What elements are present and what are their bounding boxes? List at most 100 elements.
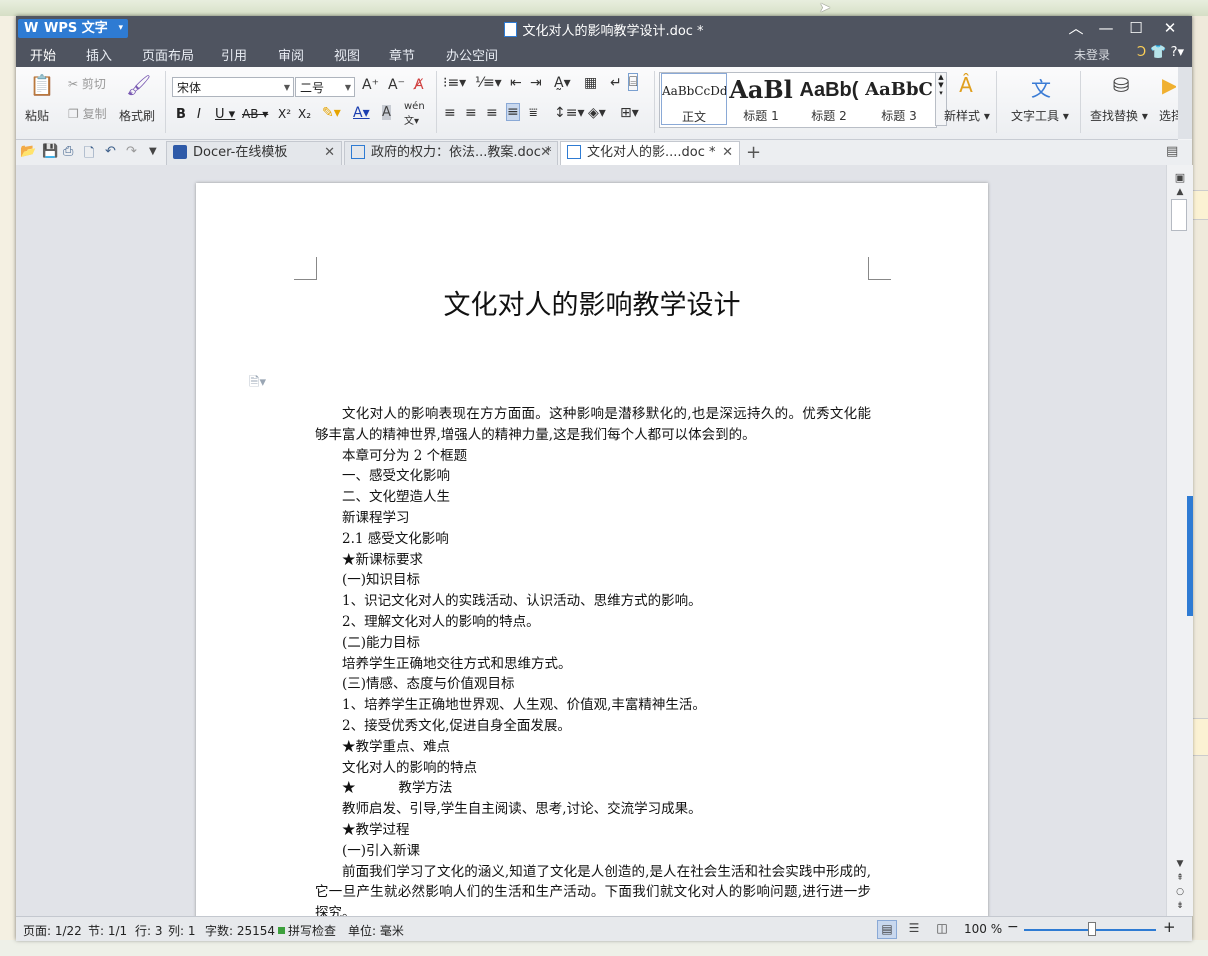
- scroll-down-icon[interactable]: ▼: [1167, 859, 1193, 869]
- print-icon[interactable]: ⎙: [63, 144, 73, 159]
- page-indicator[interactable]: 页面: 1/22: [23, 922, 82, 939]
- border-icon[interactable]: ⊞▾: [620, 105, 639, 121]
- save-icon[interactable]: 💾: [42, 144, 58, 159]
- maximize-button[interactable]: ☐: [1122, 18, 1150, 38]
- table-icon[interactable]: ▦: [584, 75, 597, 91]
- font-color-icon[interactable]: A▾: [353, 105, 370, 121]
- line-spacing-icon[interactable]: ↕≡▾: [554, 105, 585, 121]
- style-heading-1[interactable]: AaBl 标题 1: [728, 73, 794, 125]
- underline-icon[interactable]: U ▾: [215, 107, 235, 122]
- undo-icon[interactable]: ↶: [105, 144, 116, 159]
- phonetic-icon[interactable]: wén 文▾: [404, 101, 425, 127]
- tab-page-layout[interactable]: 页面布局: [142, 45, 194, 64]
- new-style-icon[interactable]: Â: [951, 73, 981, 97]
- unit-indicator[interactable]: 单位: 毫米: [348, 922, 404, 939]
- tab-review[interactable]: 审阅: [278, 45, 304, 64]
- justify-icon[interactable]: ≡: [506, 103, 520, 121]
- align-center-icon[interactable]: ≡: [465, 105, 477, 121]
- collapse-ribbon-button[interactable]: ︿: [1062, 18, 1090, 38]
- subscript-icon[interactable]: X₂: [298, 107, 311, 121]
- find-replace-button[interactable]: 查找替换 ▾: [1090, 107, 1148, 124]
- next-page-icon[interactable]: ⇟: [1167, 901, 1193, 911]
- highlight-icon[interactable]: ✎▾: [322, 105, 341, 121]
- outline-view-icon[interactable]: ☰: [905, 920, 923, 937]
- numbered-list-icon[interactable]: ⅟≡▾: [475, 75, 502, 91]
- scroll-up-icon[interactable]: ▲: [1167, 187, 1193, 197]
- paste-button[interactable]: 粘贴: [25, 107, 49, 124]
- web-view-icon[interactable]: ◫: [933, 920, 951, 937]
- prev-page-icon[interactable]: ⇞: [1167, 873, 1193, 883]
- close-icon[interactable]: ✕: [540, 142, 551, 164]
- page-icon[interactable]: ▣: [1167, 171, 1193, 184]
- open-icon[interactable]: 📂: [20, 144, 36, 159]
- print-preview-icon[interactable]: 🗋: [84, 144, 94, 166]
- select-button[interactable]: 选择: [1159, 107, 1178, 124]
- shading-icon[interactable]: ◈▾: [588, 105, 606, 121]
- style-normal[interactable]: AaBbCcDd 正文: [661, 73, 727, 125]
- ribbon-scroll-right[interactable]: [1178, 67, 1192, 139]
- text-tools-button[interactable]: 文字工具 ▾: [1011, 107, 1069, 124]
- decrease-indent-icon[interactable]: ⇤: [510, 75, 522, 91]
- style-heading-3[interactable]: AaBbC 标题 3: [864, 73, 934, 125]
- skin-icon[interactable]: Ↄ 👕 ?▾: [1137, 45, 1184, 60]
- select-icon[interactable]: ▶: [1162, 73, 1176, 97]
- distribute-icon[interactable]: ⩸: [529, 105, 538, 121]
- tab-view[interactable]: 视图: [334, 45, 360, 64]
- close-button[interactable]: ✕: [1156, 18, 1184, 38]
- tab-references[interactable]: 引用: [221, 45, 247, 64]
- zoom-in-icon[interactable]: +: [1163, 918, 1176, 936]
- close-icon[interactable]: ✕: [722, 142, 733, 164]
- close-icon[interactable]: ✕: [324, 142, 335, 164]
- tab-office-space[interactable]: 办公空间: [446, 45, 498, 64]
- italic-icon[interactable]: I: [197, 107, 201, 122]
- format-brush-icon[interactable]: 🖌: [126, 73, 151, 97]
- align-right-icon[interactable]: ≡: [486, 105, 498, 121]
- binoculars-icon[interactable]: ⛁: [1106, 73, 1136, 97]
- superscript-icon[interactable]: X²: [278, 107, 291, 121]
- bullet-list-icon[interactable]: ⁝≡▾: [443, 75, 466, 91]
- login-status[interactable]: 未登录: [1074, 46, 1110, 63]
- new-style-button[interactable]: 新样式 ▾: [944, 107, 990, 124]
- increase-indent-icon[interactable]: ⇥: [530, 75, 542, 91]
- text-tools-icon[interactable]: 文: [1026, 73, 1056, 102]
- tab-government-power-doc[interactable]: 政府的权力：依法...教案.doc * ✕: [344, 141, 558, 165]
- customize-chevron-icon[interactable]: ▼: [149, 146, 157, 157]
- cut-button[interactable]: ✂ 剪切: [68, 75, 106, 92]
- minimize-button[interactable]: —: [1092, 18, 1120, 38]
- shirt-icon[interactable]: 👕: [1150, 45, 1166, 60]
- document-page[interactable]: 文化对人的影响教学设计 🗎▾ 文化对人的影响表现在方方面面。这种影响是潜移默化的…: [196, 183, 988, 916]
- font-grow-icon[interactable]: A⁺: [362, 77, 379, 93]
- tab-insert[interactable]: 插入: [86, 45, 112, 64]
- redo-icon[interactable]: ↷: [126, 144, 137, 159]
- zoom-slider-thumb[interactable]: [1088, 922, 1096, 936]
- style-heading-2[interactable]: AaBb( 标题 2: [796, 73, 862, 125]
- format-painter-button[interactable]: 格式刷: [119, 107, 155, 124]
- page-view-icon[interactable]: ▤: [877, 920, 897, 939]
- strikethrough-icon[interactable]: AB ▾: [242, 107, 268, 121]
- font-shrink-icon[interactable]: A⁻: [388, 77, 405, 93]
- clear-format-icon[interactable]: A̸: [414, 77, 424, 93]
- side-panel-handle[interactable]: [1187, 496, 1193, 616]
- font-size-combo[interactable]: 二号 ▼: [295, 77, 355, 97]
- paragraph-mark-icon[interactable]: ↵: [610, 75, 622, 91]
- paragraph-options-icon[interactable]: 🗎▾: [249, 373, 266, 395]
- plus-icon[interactable]: +: [746, 142, 761, 163]
- bold-icon[interactable]: B: [176, 107, 186, 122]
- text-direction-icon[interactable]: A̰▾: [554, 75, 571, 91]
- zoom-level[interactable]: 100 %: [964, 922, 1002, 936]
- align-left-icon[interactable]: ≡: [444, 105, 456, 121]
- show-marks-icon[interactable]: ⌸: [628, 73, 639, 91]
- scroll-thumb[interactable]: [1171, 199, 1187, 231]
- zoom-out-icon[interactable]: −: [1007, 919, 1019, 935]
- paste-icon[interactable]: 📋: [28, 73, 56, 97]
- browse-object-icon[interactable]: ○: [1167, 887, 1193, 897]
- tab-docer-template[interactable]: Docer-在线模板 ✕: [166, 141, 342, 165]
- word-count[interactable]: 字数: 25154: [205, 922, 275, 939]
- font-name-combo[interactable]: 宋体 ▼: [172, 77, 294, 97]
- tab-list-icon[interactable]: ▤: [1166, 144, 1178, 159]
- copy-button[interactable]: ❐ 复制: [68, 105, 107, 122]
- tab-culture-doc[interactable]: 文化对人的影....doc * ✕: [560, 141, 740, 165]
- spell-check-toggle[interactable]: 拼写检查: [278, 922, 336, 939]
- help-icon[interactable]: ?▾: [1171, 45, 1184, 60]
- tab-chapter[interactable]: 章节: [389, 45, 415, 64]
